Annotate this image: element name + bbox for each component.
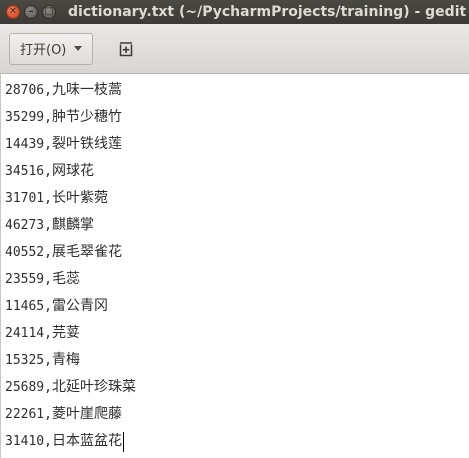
line-code: 40552 <box>5 245 45 260</box>
line-code: 24114 <box>5 326 45 341</box>
text-line[interactable]: 15325, 青梅 <box>1 347 469 374</box>
text-line[interactable]: 31410, 日本蓝盆花 <box>1 428 469 455</box>
line-name: 长叶紫菀 <box>51 190 108 206</box>
line-code: 22261 <box>5 407 45 422</box>
gedit-window: ✕ – □ dictionary.txt (~/PycharmProjects/… <box>0 0 469 458</box>
line-separator: , <box>44 245 52 260</box>
line-name: 麒麟掌 <box>51 217 94 233</box>
line-name: 芫荽 <box>51 325 80 341</box>
line-separator: , <box>44 137 52 152</box>
close-icon[interactable]: ✕ <box>6 5 20 19</box>
text-line[interactable]: 46273, 麒麟掌 <box>1 212 469 239</box>
line-code: 28706 <box>5 83 45 98</box>
text-line[interactable]: 31701, 长叶紫菀 <box>1 185 469 212</box>
line-separator: , <box>44 272 52 287</box>
line-separator: , <box>44 380 52 395</box>
line-name: 毛蕊 <box>51 271 80 287</box>
text-editor[interactable]: 28706, 九味一枝蒿 35299, 肿节少穗竹 14439, 裂叶铁线莲 34516, 网… <box>0 74 469 458</box>
line-code: 46273 <box>5 218 45 233</box>
text-line[interactable]: 35299, 肿节少穗竹 <box>1 104 469 131</box>
new-document-button[interactable] <box>110 33 142 65</box>
line-name: 菱叶崖爬藤 <box>51 406 122 422</box>
toolbar: 打开(O) <box>0 24 469 74</box>
line-separator: , <box>44 110 52 125</box>
line-name: 北延叶珍珠菜 <box>51 379 136 395</box>
line-name: 展毛翠雀花 <box>51 244 122 260</box>
line-code: 34516 <box>5 164 45 179</box>
line-code: 35299 <box>5 110 45 125</box>
line-code: 11465 <box>5 299 45 314</box>
text-line[interactable]: 14439, 裂叶铁线莲 <box>1 131 469 158</box>
line-separator: , <box>44 164 52 179</box>
text-line[interactable]: 25689, 北延叶珍珠菜 <box>1 374 469 401</box>
text-cursor <box>122 431 124 452</box>
line-code: 25689 <box>5 380 45 395</box>
open-button[interactable]: 打开(O) <box>9 32 94 65</box>
line-code: 31410 <box>5 434 45 449</box>
line-separator: , <box>44 218 52 233</box>
line-separator: , <box>44 407 52 422</box>
line-name: 雷公青冈 <box>51 298 108 314</box>
text-line[interactable]: 11465, 雷公青冈 <box>1 293 469 320</box>
text-line[interactable]: 28706, 九味一枝蒿 <box>1 77 469 104</box>
open-button-label: 打开(O) <box>20 43 67 58</box>
line-name: 肿节少穗竹 <box>51 109 122 125</box>
text-line[interactable]: 24114, 芫荽 <box>1 320 469 347</box>
line-name: 裂叶铁线莲 <box>51 136 122 152</box>
minimize-icon[interactable]: – <box>24 5 38 19</box>
chevron-down-icon <box>74 46 83 51</box>
line-separator: , <box>44 191 52 206</box>
text-line[interactable]: 22261, 菱叶崖爬藤 <box>1 401 469 428</box>
line-code: 23559 <box>5 272 45 287</box>
line-name: 日本蓝盆花 <box>51 433 122 449</box>
line-name: 九味一枝蒿 <box>51 82 122 98</box>
line-code: 31701 <box>5 191 45 206</box>
line-separator: , <box>44 83 52 98</box>
text-line[interactable]: 40552, 展毛翠雀花 <box>1 239 469 266</box>
line-name: 网球花 <box>51 163 94 179</box>
line-separator: , <box>44 434 52 449</box>
line-code: 14439 <box>5 137 45 152</box>
line-separator: , <box>44 326 52 341</box>
new-document-icon <box>120 41 133 56</box>
maximize-icon[interactable]: □ <box>42 5 56 19</box>
window-controls: ✕ – □ <box>6 5 56 19</box>
line-separator: , <box>44 353 52 368</box>
text-line[interactable]: 34516, 网球花 <box>1 158 469 185</box>
line-separator: , <box>44 299 52 314</box>
text-line[interactable]: 23559, 毛蕊 <box>1 266 469 293</box>
line-name: 青梅 <box>51 352 80 368</box>
line-code: 15325 <box>5 353 45 368</box>
title-bar[interactable]: ✕ – □ dictionary.txt (~/PycharmProjects/… <box>0 0 469 24</box>
window-title: dictionary.txt (~/PycharmProjects/traini… <box>68 4 467 20</box>
